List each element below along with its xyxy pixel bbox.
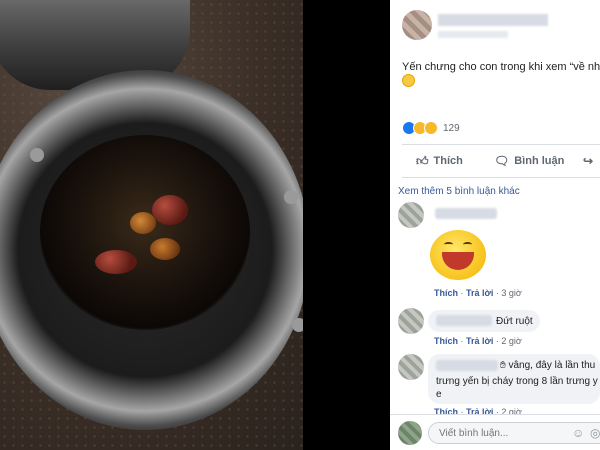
commenter-avatar[interactable] [398,308,424,334]
post-header [390,0,600,50]
rock-sugar [130,212,156,234]
comment-time: 2 giờ [501,336,522,346]
commenter-avatar[interactable] [398,354,424,380]
sticker-eye [463,242,472,247]
sad-reaction-icon [424,121,438,135]
commenter-avatar[interactable] [398,202,424,228]
sticker-mouth [442,252,474,270]
post-actions: 👍︎ Thích 🗨︎ Bình luận ↪ [390,146,600,176]
thumbs-up-icon: 👍︎ [416,153,429,168]
post-side-panel: Yến chưng cho con trong khi xem “về nh 1… [390,0,600,450]
divider [402,144,600,145]
share-arrow-icon: ↪ [583,154,594,168]
comment-meta: Thích · Trả lời · 2 giờ [434,336,522,346]
comment-meta: Thích · Trả lời · 3 giờ [434,288,522,298]
comment-text-line-1: vâng, đây là lần thu [508,360,596,371]
comment-time: 3 giờ [501,288,522,298]
comment-like-link[interactable]: Thích [434,288,458,298]
comment-bubble-icon: 🗨︎ [494,154,510,168]
screenshot-root: Yến chưng cho con trong khi xem “về nh 1… [0,0,600,450]
author-avatar[interactable] [402,10,432,40]
pot-rivet [30,148,44,162]
share-button[interactable]: ↪ [583,154,598,168]
red-dates [90,190,210,280]
smiley-icon[interactable]: ☺ [572,426,584,440]
commenter-name-blurred[interactable] [436,315,492,326]
pot-rivet [292,318,303,332]
comment-text-line: ✋︎ vâng, đây là lần thu [500,359,595,372]
grin-emoji-icon [402,74,415,87]
commenter-name-blurred[interactable] [436,360,498,371]
post-caption: Yến chưng cho con trong khi xem “về nh [402,61,600,73]
reaction-count: 129 [443,122,460,134]
comment-text-line-3: e [436,389,442,400]
comment-label: Bình luận [514,155,565,167]
sticker-eye [444,242,453,247]
rock-sugar [150,238,180,260]
view-more-comments-link[interactable]: Xem thêm 5 bình luận khác [398,186,520,197]
camera-icon[interactable]: ◎ [590,426,600,440]
comment-like-link[interactable]: Thích [434,336,458,346]
reaction-summary[interactable]: 129 [402,120,460,136]
like-button[interactable]: 👍︎ Thích [416,154,463,169]
pot-rivet [284,190,298,204]
comments-section: Xem thêm 5 bình luận khác Thích · Trả lờ… [390,178,600,450]
comment-composer: ☺ ◎ [390,414,600,450]
my-avatar [398,421,422,445]
like-label: Thích [433,155,463,167]
comment-reply-link[interactable]: Trả lời [466,288,493,298]
comment-reply-link[interactable]: Trả lời [466,336,493,346]
comment-text-line-2: trưng yến bị cháy trong 8 lần trưng y [436,376,598,387]
red-date [152,195,188,225]
comment-text: Đứt ruột [496,316,533,327]
commenter-name-blurred[interactable] [435,208,497,219]
author-name-blurred[interactable] [438,14,548,26]
post-time-blurred [438,31,508,38]
red-date [95,250,137,274]
comment-button[interactable]: 🗨︎ Bình luận [494,154,564,168]
post-photo[interactable] [0,0,303,450]
laughing-sticker [430,230,486,280]
